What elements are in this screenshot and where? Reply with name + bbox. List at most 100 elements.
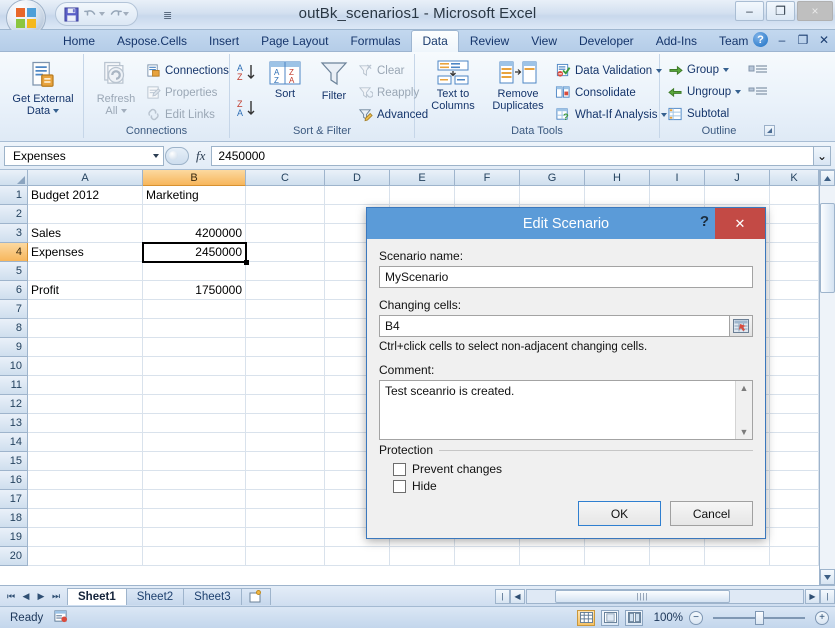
filter-button[interactable]: Filter bbox=[312, 60, 356, 102]
last-sheet-button[interactable]: ⏭ bbox=[49, 589, 63, 604]
range-picker-button[interactable] bbox=[730, 315, 753, 337]
help-icon[interactable]: ? bbox=[753, 32, 768, 47]
comment-scrollbar[interactable]: ▲ ▼ bbox=[735, 381, 752, 439]
cell-K17[interactable] bbox=[770, 490, 819, 509]
cell-B17[interactable] bbox=[143, 490, 246, 509]
cell-K1[interactable] bbox=[770, 186, 819, 205]
row-header-20[interactable]: 20 bbox=[0, 547, 28, 566]
group-button[interactable]: Group bbox=[668, 63, 729, 76]
cell-C7[interactable] bbox=[246, 300, 325, 319]
remove-duplicates-button[interactable]: Remove Duplicates bbox=[487, 60, 549, 112]
outline-dialog-launcher[interactable] bbox=[764, 125, 775, 136]
row-header-5[interactable]: 5 bbox=[0, 262, 28, 281]
cell-K9[interactable] bbox=[770, 338, 819, 357]
column-header-B[interactable]: B bbox=[143, 170, 246, 186]
name-box-dropdown-icon[interactable] bbox=[153, 153, 159, 158]
cell-G1[interactable] bbox=[520, 186, 585, 205]
get-external-data-button[interactable]: Get External Data bbox=[10, 60, 76, 117]
cell-B5[interactable] bbox=[143, 262, 246, 281]
cell-B7[interactable] bbox=[143, 300, 246, 319]
insert-worksheet-button[interactable] bbox=[240, 587, 271, 605]
record-macro-button[interactable] bbox=[53, 609, 68, 626]
column-header-K[interactable]: K bbox=[770, 170, 819, 186]
chevron-down-icon[interactable] bbox=[53, 109, 60, 113]
row-header-6[interactable]: 6 bbox=[0, 281, 28, 300]
cell-C13[interactable] bbox=[246, 414, 325, 433]
tab-aspose-cells[interactable]: Aspose.Cells bbox=[106, 30, 198, 52]
cell-A14[interactable] bbox=[28, 433, 143, 452]
prevent-changes-row[interactable]: Prevent changes bbox=[393, 462, 753, 476]
cell-B1[interactable]: Marketing bbox=[143, 186, 246, 205]
cell-C5[interactable] bbox=[246, 262, 325, 281]
cell-A2[interactable] bbox=[28, 205, 143, 224]
cell-K19[interactable] bbox=[770, 528, 819, 547]
column-header-G[interactable]: G bbox=[520, 170, 585, 186]
cell-A9[interactable] bbox=[28, 338, 143, 357]
consolidate-button[interactable]: Consolidate bbox=[555, 85, 636, 100]
dialog-help-icon[interactable]: ? bbox=[700, 213, 709, 230]
column-header-E[interactable]: E bbox=[390, 170, 455, 186]
cell-A8[interactable] bbox=[28, 319, 143, 338]
row-header-11[interactable]: 11 bbox=[0, 376, 28, 395]
cell-B16[interactable] bbox=[143, 471, 246, 490]
cell-B15[interactable] bbox=[143, 452, 246, 471]
cell-C14[interactable] bbox=[246, 433, 325, 452]
zoom-slider[interactable] bbox=[709, 610, 809, 626]
column-header-C[interactable]: C bbox=[246, 170, 325, 186]
vertical-scrollbar[interactable] bbox=[819, 170, 835, 585]
next-sheet-button[interactable]: ▶ bbox=[34, 589, 48, 604]
cell-F1[interactable] bbox=[455, 186, 520, 205]
row-header-12[interactable]: 12 bbox=[0, 395, 28, 414]
comment-scroll-down-icon[interactable]: ▼ bbox=[740, 427, 749, 437]
cell-C20[interactable] bbox=[246, 547, 325, 566]
cell-K15[interactable] bbox=[770, 452, 819, 471]
column-header-I[interactable]: I bbox=[650, 170, 705, 186]
zoom-in-button[interactable]: + bbox=[815, 610, 829, 625]
cell-C6[interactable] bbox=[246, 281, 325, 300]
row-header-1[interactable]: 1 bbox=[0, 186, 28, 205]
cell-C16[interactable] bbox=[246, 471, 325, 490]
chevron-down-icon[interactable] bbox=[735, 89, 742, 94]
column-header-D[interactable]: D bbox=[325, 170, 390, 186]
hscroll-track[interactable]: |||| bbox=[526, 589, 804, 604]
horizontal-scroll-thumb[interactable]: |||| bbox=[555, 590, 730, 603]
cell-A16[interactable] bbox=[28, 471, 143, 490]
cell-E1[interactable] bbox=[390, 186, 455, 205]
cell-C18[interactable] bbox=[246, 509, 325, 528]
cell-A4[interactable]: Expenses bbox=[28, 243, 143, 262]
hscroll-right-edge-button[interactable]: | bbox=[820, 589, 835, 604]
cell-B4[interactable]: 2450000 bbox=[143, 243, 246, 262]
properties-button[interactable]: Properties bbox=[146, 85, 217, 100]
scroll-down-button[interactable] bbox=[820, 569, 835, 585]
tab-page-layout[interactable]: Page Layout bbox=[250, 30, 339, 52]
cell-B18[interactable] bbox=[143, 509, 246, 528]
cell-J20[interactable] bbox=[705, 547, 770, 566]
cell-H1[interactable] bbox=[585, 186, 650, 205]
ok-button[interactable]: OK bbox=[578, 501, 661, 526]
row-header-8[interactable]: 8 bbox=[0, 319, 28, 338]
sheet-tab-sheet1[interactable]: Sheet1 bbox=[67, 587, 127, 605]
cell-G20[interactable] bbox=[520, 547, 585, 566]
clear-filter-button[interactable]: Clear bbox=[358, 63, 404, 78]
column-header-H[interactable]: H bbox=[585, 170, 650, 186]
restore-window-button[interactable]: ❐ bbox=[796, 33, 810, 47]
cell-K14[interactable] bbox=[770, 433, 819, 452]
cell-A6[interactable]: Profit bbox=[28, 281, 143, 300]
chevron-down-icon[interactable] bbox=[120, 109, 127, 113]
zoom-out-button[interactable]: − bbox=[689, 610, 703, 625]
cell-C1[interactable] bbox=[246, 186, 325, 205]
insert-function-icon[interactable]: fx bbox=[190, 148, 211, 164]
sort-button[interactable]: A Z Z A Sort bbox=[264, 60, 306, 100]
cell-K20[interactable] bbox=[770, 547, 819, 566]
subtotal-button[interactable]: Subtotal bbox=[668, 107, 729, 121]
cell-K16[interactable] bbox=[770, 471, 819, 490]
cell-A10[interactable] bbox=[28, 357, 143, 376]
cell-A19[interactable] bbox=[28, 528, 143, 547]
cell-K7[interactable] bbox=[770, 300, 819, 319]
sheet-tab-sheet2[interactable]: Sheet2 bbox=[125, 587, 185, 605]
select-all-corner[interactable] bbox=[0, 170, 28, 186]
cell-K5[interactable] bbox=[770, 262, 819, 281]
cell-C9[interactable] bbox=[246, 338, 325, 357]
hide-detail-button[interactable] bbox=[748, 85, 768, 102]
formula-input[interactable]: 2450000 bbox=[211, 145, 813, 166]
